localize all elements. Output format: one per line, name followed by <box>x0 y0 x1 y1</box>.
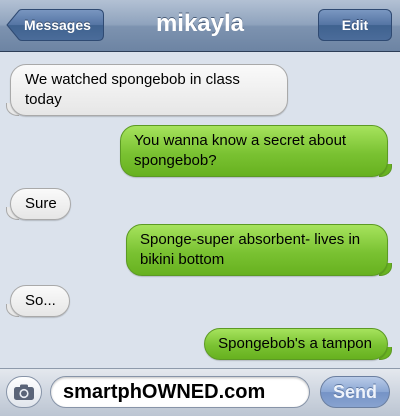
edit-button[interactable]: Edit <box>318 9 392 41</box>
message-text-field[interactable]: smartphOWNED.com <box>50 376 310 408</box>
send-button[interactable]: Send <box>320 376 390 408</box>
incoming-message: Sure <box>6 188 71 220</box>
message-thread[interactable]: We watched spongebob in class today You … <box>0 52 400 368</box>
incoming-message: We watched spongebob in class today <box>6 64 288 116</box>
outgoing-message: Spongebob's a tampon <box>204 328 392 360</box>
outgoing-message: Sponge-super absorbent- lives in bikini … <box>126 224 392 276</box>
outgoing-message: You wanna know a secret about spongebob? <box>120 125 392 177</box>
message-input-bar: smartphOWNED.com Send <box>0 368 400 416</box>
camera-button[interactable] <box>6 376 42 408</box>
camera-icon <box>14 384 34 400</box>
incoming-message: So... <box>6 285 70 317</box>
navigation-bar: Messages mikayla Edit <box>0 0 400 52</box>
